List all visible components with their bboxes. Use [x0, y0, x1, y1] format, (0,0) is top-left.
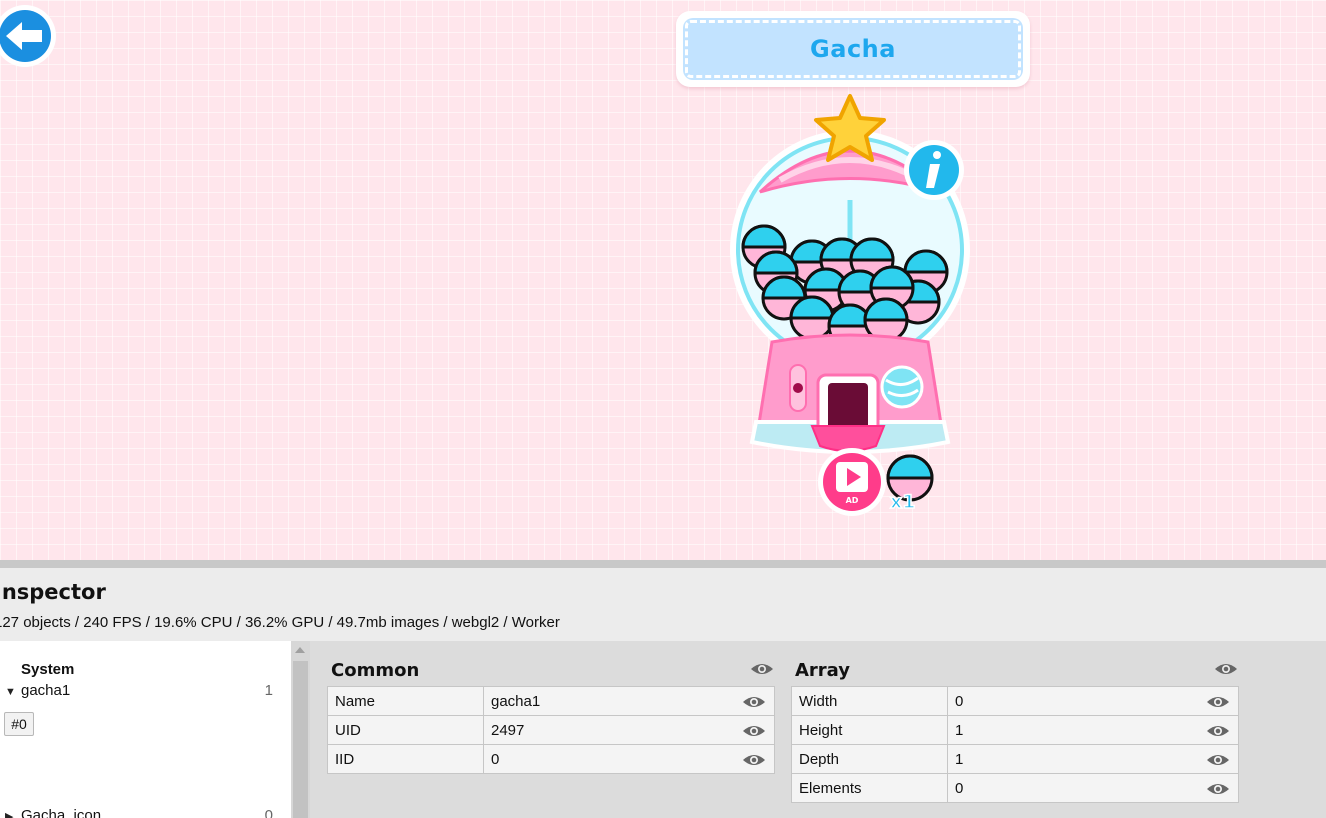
- property-value[interactable]: gacha1: [483, 686, 775, 716]
- title-banner: Gacha: [676, 11, 1030, 87]
- object-tree: System ▼ gacha1 1 #0 ▶ Gacha_icon 0: [0, 641, 291, 818]
- tree-item-gacha1[interactable]: ▼ gacha1 1: [5, 682, 281, 702]
- page-title: Gacha: [810, 35, 896, 63]
- property-value[interactable]: 1: [947, 715, 1239, 745]
- property-name: Width: [791, 686, 948, 716]
- property-value[interactable]: 0: [483, 744, 775, 774]
- array-section-title: Array: [795, 660, 851, 681]
- property-name: Name: [327, 686, 484, 716]
- common-properties-table: Name gacha1 UID 2497 IID 0: [327, 686, 775, 774]
- back-arrow-icon[interactable]: [0, 3, 58, 69]
- ad-multiplier: x1: [890, 491, 915, 513]
- game-canvas[interactable]: Gacha AD x1: [0, 0, 1326, 560]
- tree-header: System: [21, 661, 75, 678]
- eye-icon[interactable]: [1206, 782, 1230, 796]
- property-name: UID: [327, 715, 484, 745]
- eye-icon[interactable]: [1206, 724, 1230, 738]
- common-section-title: Common: [331, 660, 420, 681]
- table-row: Width 0: [791, 686, 1239, 716]
- eye-icon[interactable]: [742, 695, 766, 709]
- table-row: Elements 0: [791, 773, 1239, 803]
- gacha-machine[interactable]: AD x1: [720, 90, 990, 522]
- eye-icon[interactable]: [750, 662, 774, 676]
- tree-item-label: Gacha_icon: [21, 807, 102, 818]
- instance-button[interactable]: #0: [4, 712, 34, 736]
- table-row: Depth 1: [791, 744, 1239, 774]
- table-row: UID 2497: [327, 715, 775, 745]
- tree-item-count: 0: [264, 807, 273, 818]
- property-value[interactable]: 0: [947, 686, 1239, 716]
- eye-icon[interactable]: [1206, 695, 1230, 709]
- table-row: IID 0: [327, 744, 775, 774]
- info-icon[interactable]: [904, 140, 964, 200]
- property-name: Height: [791, 715, 948, 745]
- eye-icon[interactable]: [1214, 662, 1238, 676]
- tree-item-label: gacha1: [21, 682, 71, 699]
- table-row: Name gacha1: [327, 686, 775, 716]
- expanded-triangle-icon[interactable]: ▼: [5, 686, 21, 698]
- property-name: Depth: [791, 744, 948, 774]
- property-name: Elements: [791, 773, 948, 803]
- property-value[interactable]: 0: [947, 773, 1239, 803]
- inspector-panel: Inspector 127 objects / 240 FPS / 19.6% …: [0, 568, 1326, 818]
- property-value[interactable]: 1: [947, 744, 1239, 774]
- tree-item-gacha-icon[interactable]: ▶ Gacha_icon 0: [5, 807, 281, 818]
- inspector-stats: 127 objects / 240 FPS / 19.6% CPU / 36.2…: [0, 614, 560, 631]
- inspector-title: Inspector: [0, 580, 106, 604]
- array-properties-table: Width 0 Height 1 Depth 1 Elements 0: [791, 686, 1239, 803]
- eye-icon[interactable]: [742, 724, 766, 738]
- watch-ad-button[interactable]: AD x1: [818, 448, 934, 516]
- property-value[interactable]: 2497: [483, 715, 775, 745]
- property-name: IID: [327, 744, 484, 774]
- collapsed-triangle-icon[interactable]: ▶: [5, 810, 21, 818]
- eye-icon[interactable]: [1206, 753, 1230, 767]
- eye-icon[interactable]: [742, 753, 766, 767]
- panel-divider[interactable]: [0, 560, 1326, 568]
- tree-scrollbar[interactable]: [291, 641, 310, 818]
- tree-item-count: 1: [264, 682, 273, 699]
- scroll-up-icon[interactable]: [295, 647, 305, 653]
- table-row: Height 1: [791, 715, 1239, 745]
- scrollbar-thumb[interactable]: [293, 661, 308, 818]
- ad-label: AD: [846, 496, 859, 505]
